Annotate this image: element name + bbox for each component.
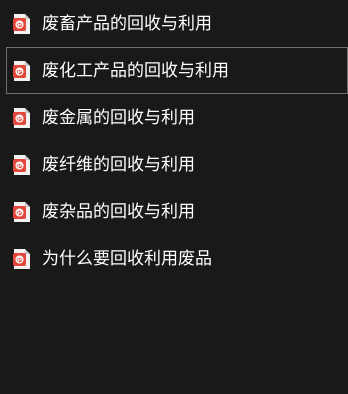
file-item[interactable]: 废杂品的回收与利用 (6, 188, 348, 235)
file-list: 废畜产品的回收与利用 废化工产品的回收与利用 废金属的回收与利用 废纤维的回收与… (6, 0, 348, 282)
file-name: 废畜产品的回收与利用 (42, 13, 212, 34)
file-item[interactable]: 废金属的回收与利用 (6, 94, 348, 141)
file-item[interactable]: 废畜产品的回收与利用 (6, 0, 348, 47)
pdf-icon (13, 108, 31, 128)
pdf-icon (13, 249, 31, 269)
file-item[interactable]: 为什么要回收利用废品 (6, 235, 348, 282)
file-name: 为什么要回收利用废品 (42, 248, 212, 269)
pdf-icon (13, 155, 31, 175)
file-item-selected[interactable]: 废化工产品的回收与利用 (6, 47, 348, 94)
file-name: 废化工产品的回收与利用 (42, 60, 229, 81)
pdf-icon (13, 61, 31, 81)
file-name: 废纤维的回收与利用 (42, 154, 195, 175)
file-name: 废杂品的回收与利用 (42, 201, 195, 222)
file-item[interactable]: 废纤维的回收与利用 (6, 141, 348, 188)
pdf-icon (13, 202, 31, 222)
pdf-icon (13, 14, 31, 34)
file-name: 废金属的回收与利用 (42, 107, 195, 128)
